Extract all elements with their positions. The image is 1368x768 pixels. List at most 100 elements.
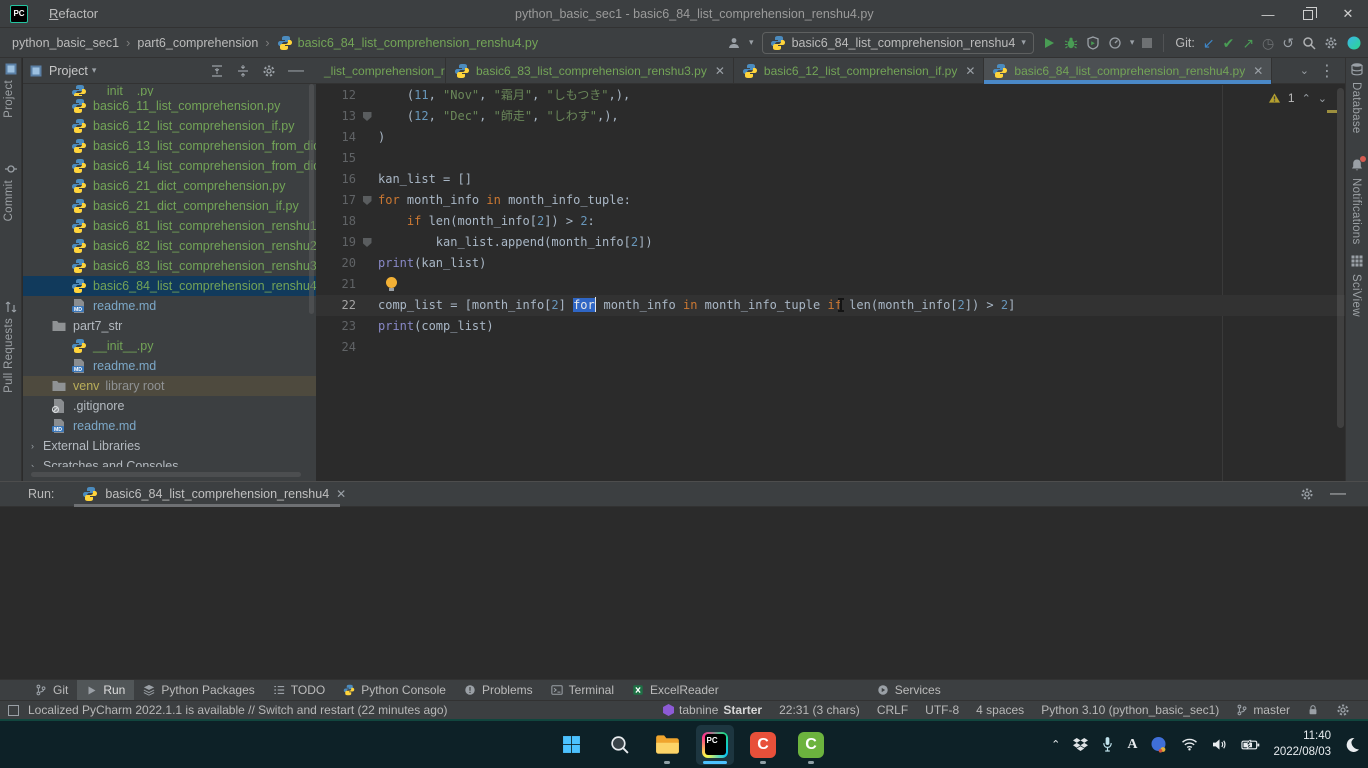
code-line-16[interactable]: 16kan_list = [] [316, 169, 1345, 190]
editor-tab-_list_comprehension_renshu2.py[interactable]: _list_comprehension_renshu2.py✕ [316, 58, 446, 83]
run-tab[interactable]: basic6_84_list_comprehension_renshu4 ✕ [82, 482, 346, 507]
prev-warning-icon[interactable]: ⌃ [1302, 92, 1311, 105]
rollback-button[interactable]: ↺ [1282, 36, 1294, 50]
file-encoding[interactable]: UTF-8 [925, 703, 959, 717]
fold-marker-icon[interactable] [363, 112, 372, 121]
tree-item-basic6_21_dict_comprehension.py[interactable]: basic6_21_dict_comprehension.py [23, 176, 316, 196]
pycharm-taskbar-button[interactable]: PC [696, 725, 734, 765]
restore-button[interactable] [1288, 0, 1328, 28]
tree-item-basic6_12_list_comprehension_if.py[interactable]: basic6_12_list_comprehension_if.py [23, 116, 316, 136]
chevron-down-icon[interactable]: ▾ [92, 65, 97, 76]
editor-tab-basic6_84_list_comprehension_renshu4.py[interactable]: basic6_84_list_comprehension_renshu4.py✕ [984, 58, 1272, 83]
code-line-17[interactable]: 17for month_info in month_info_tuple: [316, 190, 1345, 211]
code-line-23[interactable]: 23print(comp_list) [316, 316, 1345, 337]
project-horizontal-scrollbar[interactable] [31, 472, 301, 477]
git-branch-widget[interactable]: master [1236, 703, 1290, 717]
code-line-14[interactable]: 14) [316, 127, 1345, 148]
ime-mode-indicator[interactable]: A [1127, 737, 1137, 753]
start-button[interactable] [552, 725, 590, 765]
code-line-15[interactable]: 15 [316, 148, 1345, 169]
tray-expand-icon[interactable]: ⌃ [1051, 738, 1060, 751]
user-access-icon[interactable] [727, 36, 741, 50]
toolwindow-button-python-packages[interactable]: Python Packages [134, 680, 263, 701]
indent-style[interactable]: 4 spaces [976, 703, 1024, 717]
tree-item-ScratchesandConsoles[interactable]: ›Scratches and Consoles [23, 456, 316, 467]
gear-icon[interactable] [1300, 487, 1314, 501]
debug-button[interactable] [1064, 36, 1078, 50]
toolwindow-button-excelreader[interactable]: ExcelReader [623, 680, 728, 701]
intention-lightbulb-icon[interactable] [386, 277, 397, 288]
tree-item-venv[interactable]: venvlibrary root [23, 376, 316, 396]
tree-item-readme.md[interactable]: MDreadme.md [23, 296, 316, 316]
camtasia-button[interactable]: C [792, 725, 830, 765]
camtasia-recorder-button[interactable]: C [744, 725, 782, 765]
code-line-21[interactable]: 21 [316, 274, 1345, 295]
status-message[interactable]: Localized PyCharm 2022.1.1 is available … [0, 703, 448, 717]
run-button[interactable] [1042, 36, 1056, 50]
toolwindow-button-services[interactable]: Services [868, 680, 950, 701]
git-commit-button[interactable]: ✔ [1223, 36, 1235, 50]
project-vertical-scrollbar[interactable] [309, 84, 314, 314]
wifi-icon[interactable] [1181, 738, 1198, 751]
search-everywhere-button[interactable] [1302, 36, 1316, 50]
tree-item-basic6_21_dict_comprehension_if.py[interactable]: basic6_21_dict_comprehension_if.py [23, 196, 316, 216]
code-line-18[interactable]: 18 if len(month_info[2]) > 2: [316, 211, 1345, 232]
tree-item-basic6_81_list_comprehension_renshu1.py[interactable]: basic6_81_list_comprehension_renshu1.py [23, 216, 316, 236]
tree-item-basic6_14_list_comprehension_from_dict_if.py[interactable]: basic6_14_list_comprehension_from_dict_i… [23, 156, 316, 176]
code-line-22[interactable]: 22comp_list = [month_info[2] for month_i… [316, 295, 1345, 316]
toolwindow-button-git[interactable]: Git [26, 680, 77, 701]
stripe-item-sciview[interactable]: SciView [1350, 274, 1362, 317]
close-icon[interactable]: ✕ [336, 487, 346, 501]
lock-icon[interactable] [1307, 704, 1319, 716]
stripe-item-project[interactable]: Project [3, 80, 15, 118]
battery-icon[interactable] [1241, 739, 1260, 751]
menu-refactor[interactable]: Refactor [40, 0, 109, 28]
git-update-button[interactable]: ↙ [1203, 36, 1215, 50]
tree-item-__init__.py[interactable]: __init__.py [23, 336, 316, 356]
file-explorer-button[interactable] [648, 725, 686, 765]
gear-icon[interactable] [1336, 703, 1350, 717]
code-line-24[interactable]: 24 [316, 337, 1345, 358]
fold-marker-icon[interactable] [363, 238, 372, 247]
tree-item-part7_str[interactable]: part7_str [23, 316, 316, 336]
chevron-right-icon[interactable]: › [31, 461, 43, 467]
editor-tab-basic6_12_list_comprehension_if.py[interactable]: basic6_12_list_comprehension_if.py✕ [734, 58, 985, 83]
editor-scrollbar[interactable] [1337, 88, 1344, 428]
toolwindow-button-problems[interactable]: Problems [455, 680, 542, 701]
close-icon[interactable]: ✕ [1253, 64, 1263, 78]
tree-item-readme.md[interactable]: MDreadme.md [23, 416, 316, 436]
next-warning-icon[interactable]: ⌄ [1318, 92, 1327, 105]
close-icon[interactable]: ✕ [965, 64, 975, 78]
toolwindow-button-terminal[interactable]: Terminal [542, 680, 623, 701]
breadcrumb-item[interactable]: part6_comprehension [137, 36, 258, 50]
tree-item-basic6_82_list_comprehension_renshu2.py[interactable]: basic6_82_list_comprehension_renshu2.py [23, 236, 316, 256]
tab-options-icon[interactable]: ⋮ [1319, 61, 1335, 81]
editor-tab-basic6_83_list_comprehension_renshu3.py[interactable]: basic6_83_list_comprehension_renshu3.py✕ [446, 58, 734, 83]
tree-item-basic6_11_list_comprehension.py[interactable]: basic6_11_list_comprehension.py [23, 96, 316, 116]
stripe-item-notifications[interactable]: Notifications [1350, 178, 1362, 245]
tree-item-basic6_83_list_comprehension_renshu3.py[interactable]: basic6_83_list_comprehension_renshu3.py [23, 256, 316, 276]
project-panel-title[interactable]: Project [49, 64, 88, 78]
caret-position[interactable]: 22:31 (3 chars) [779, 703, 860, 717]
expand-all-icon[interactable] [210, 64, 224, 78]
line-separator[interactable]: CRLF [877, 703, 908, 717]
gear-icon[interactable] [262, 64, 276, 78]
coverage-button[interactable] [1086, 36, 1100, 50]
fold-marker-icon[interactable] [363, 196, 372, 205]
run-configuration-select[interactable]: basic6_84_list_comprehension_renshu4 ▾ [762, 32, 1034, 54]
tree-item-__init__.py[interactable]: __init__.py [23, 84, 316, 96]
close-button[interactable]: ✕ [1328, 0, 1368, 28]
tree-item-.gitignore[interactable]: .gitignore [23, 396, 316, 416]
dropbox-icon[interactable] [1073, 737, 1088, 752]
code-editor[interactable]: 12 (11, "Nov", "霜月", "しもつき",),13 (12, "D… [316, 85, 1345, 481]
hide-panel-icon[interactable]: — [288, 62, 304, 80]
breadcrumb-item[interactable]: python_basic_sec1 [12, 36, 119, 50]
stripe-item-pull-requests[interactable]: Pull Requests [3, 318, 15, 393]
clock-widget[interactable]: 11:40 2022/08/03 [1273, 729, 1331, 760]
close-icon[interactable]: ✕ [715, 64, 725, 78]
profiler-button[interactable] [1108, 36, 1122, 50]
breadcrumb-item[interactable]: basic6_84_list_comprehension_renshu4.py [277, 35, 538, 51]
chevron-right-icon[interactable]: › [31, 441, 43, 451]
toolwindow-button-python-console[interactable]: Python Console [334, 680, 455, 701]
toolwindow-button-run[interactable]: Run [77, 680, 134, 701]
